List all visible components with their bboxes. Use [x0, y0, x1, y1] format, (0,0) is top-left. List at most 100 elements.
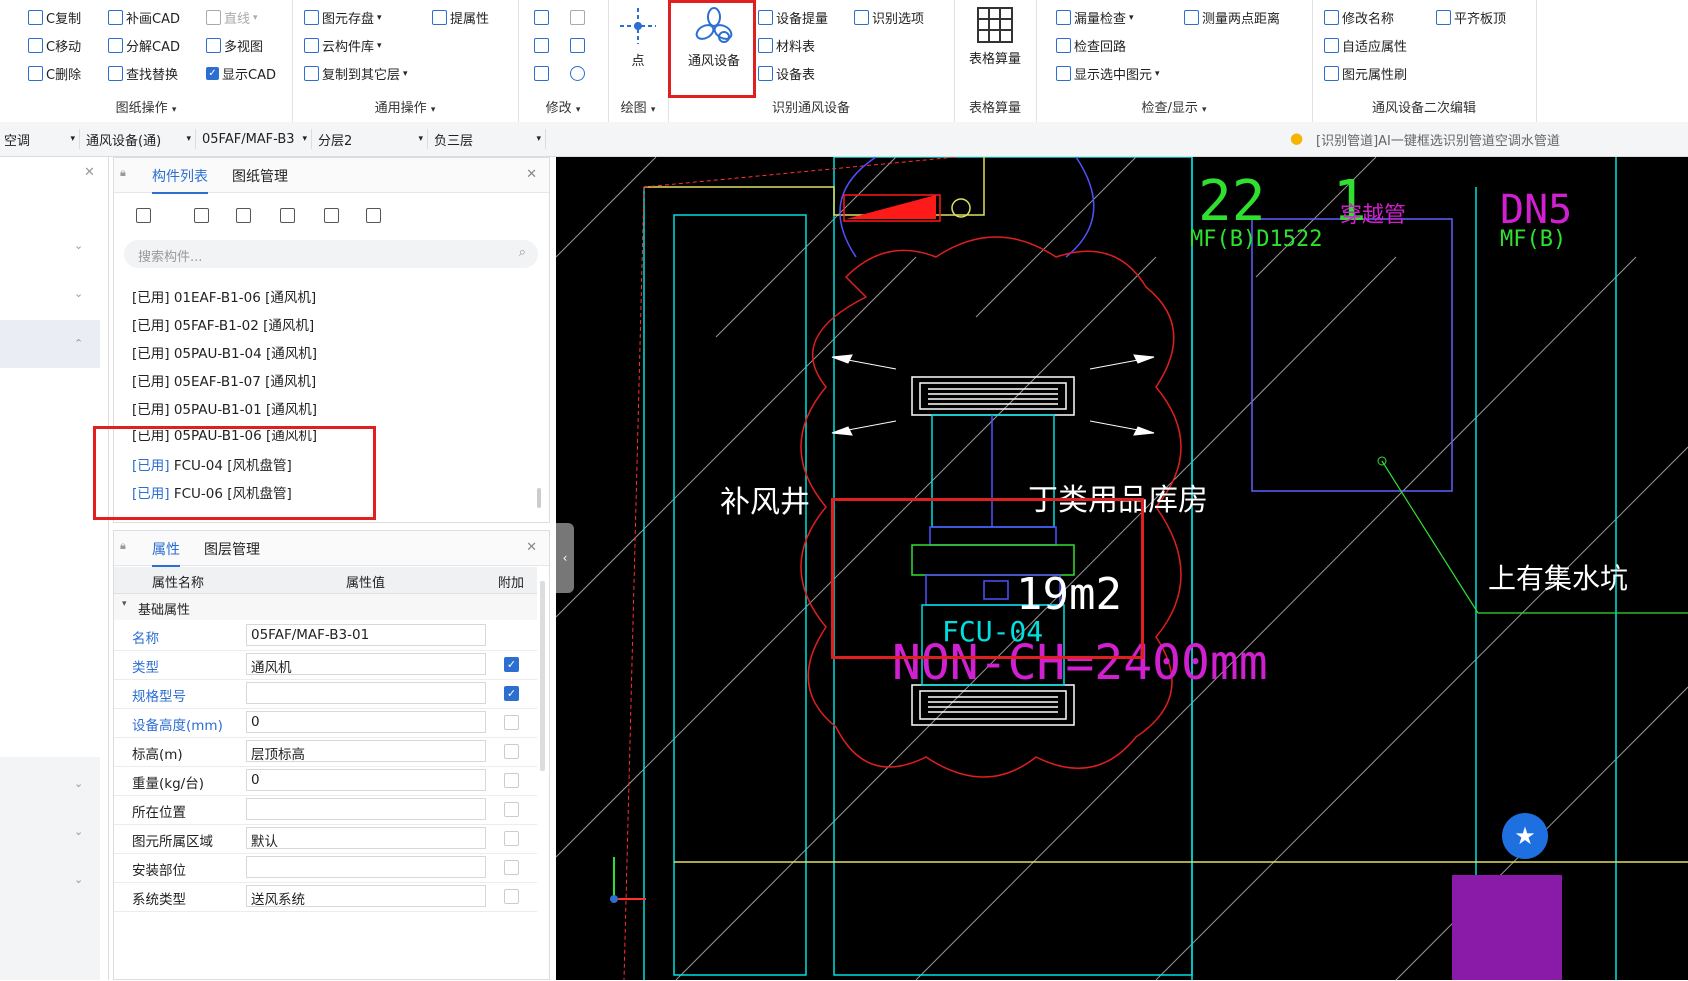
- property-extra-checkbox[interactable]: [504, 889, 519, 904]
- attr-brush-button[interactable]: 图元属性刷: [1324, 64, 1407, 83]
- property-value-input[interactable]: 0: [246, 711, 486, 733]
- copy-floor-button[interactable]: 复制到其它层 ▾: [304, 64, 408, 83]
- show-selected-button[interactable]: 显示选中图元 ▾: [1056, 64, 1160, 83]
- lock-icon[interactable]: 🔒︎: [120, 539, 126, 553]
- multi-view-button[interactable]: 多视图: [206, 36, 263, 55]
- list-scrollbar[interactable]: [537, 488, 541, 508]
- lock-icon[interactable]: 🔒︎: [120, 166, 126, 180]
- rotate-icon[interactable]: [570, 66, 585, 81]
- property-value-input[interactable]: [246, 682, 486, 704]
- property-extra-checkbox[interactable]: [504, 802, 519, 817]
- chevron-down-icon[interactable]: ⌄: [74, 825, 83, 838]
- property-extra-checkbox[interactable]: ✓: [504, 686, 519, 701]
- selected-nav-row[interactable]: [0, 320, 100, 368]
- tab-component-list[interactable]: 构件列表: [152, 166, 208, 194]
- property-extra-checkbox[interactable]: [504, 744, 519, 759]
- property-value-input[interactable]: 0: [246, 769, 486, 791]
- cad-canvas[interactable]: 补风井 丁类用品库房 19m2 FCU-04 NON-CH=2400mm 22 …: [556, 157, 1688, 980]
- major-select[interactable]: 空调 ▾: [0, 129, 80, 149]
- group-title-draw[interactable]: 绘图 ▾: [608, 97, 668, 116]
- list-item[interactable]: [已用] 05EAF-B1-07 [通风机]: [132, 370, 316, 390]
- flip-icon[interactable]: [570, 38, 585, 53]
- chevron-down-icon[interactable]: ⌄: [74, 239, 83, 252]
- group-title-drawing-ops[interactable]: 图纸操作 ▾: [0, 97, 292, 116]
- property-value-input[interactable]: 送风系统: [246, 885, 486, 908]
- property-value-input[interactable]: [246, 798, 486, 820]
- leak-check-button[interactable]: 漏量检查 ▾: [1056, 8, 1134, 27]
- device-extract-button[interactable]: 设备提量: [758, 8, 828, 27]
- mirror-icon[interactable]: [570, 10, 585, 25]
- group-title-modify[interactable]: 修改 ▾: [518, 97, 608, 116]
- group-title-general-ops[interactable]: 通用操作 ▾: [292, 97, 518, 116]
- split-cad-button[interactable]: 分解CAD: [108, 36, 180, 55]
- list-item[interactable]: [已用] 05PAU-B1-04 [通风机]: [132, 342, 317, 362]
- rename-button[interactable]: 修改名称: [1324, 8, 1394, 27]
- flat-top-button[interactable]: 平齐板顶: [1436, 8, 1506, 27]
- notice-text[interactable]: [识别管道]AI一键框选识别管道空调水管道: [1316, 130, 1688, 149]
- property-scrollbar[interactable]: [540, 581, 545, 771]
- property-extra-checkbox[interactable]: [504, 860, 519, 875]
- list-item[interactable]: [已用] 05FAF-B1-02 [通风机]: [132, 314, 314, 334]
- list-item[interactable]: [已用] 01EAF-B1-06 [通风机]: [132, 286, 316, 306]
- move-cross-icon[interactable]: [534, 38, 549, 53]
- type-select[interactable]: 通风设备(通) ▾: [82, 129, 196, 149]
- component-select[interactable]: 05FAF/MAF-B3 ▾: [198, 129, 312, 149]
- close-icon[interactable]: ✕: [526, 540, 537, 555]
- property-value-input[interactable]: [246, 856, 486, 878]
- table-calc-button[interactable]: 表格算量: [960, 6, 1030, 67]
- property-extra-checkbox[interactable]: [504, 715, 519, 730]
- filter-component-icon[interactable]: [324, 208, 339, 223]
- measure-button[interactable]: 测量两点距离: [1184, 8, 1280, 27]
- cloud-lib-button[interactable]: 云构件库 ▾: [304, 36, 382, 55]
- copy-component-icon[interactable]: [236, 208, 251, 223]
- copy-shape-icon[interactable]: [534, 10, 549, 25]
- show-cad-checkbox[interactable]: ✓ 显示CAD: [206, 64, 276, 83]
- identify-option-button[interactable]: 识别选项: [854, 8, 924, 27]
- property-extra-checkbox[interactable]: [504, 773, 519, 788]
- tab-attributes[interactable]: 属性: [152, 539, 180, 567]
- tab-drawing-manage[interactable]: 图纸管理: [232, 166, 288, 186]
- search-icon[interactable]: ⌕: [519, 245, 526, 260]
- property-value-input[interactable]: 默认: [246, 827, 486, 850]
- floor-select[interactable]: 负三层 ▾: [430, 129, 546, 149]
- add-cad-button[interactable]: 补画CAD: [108, 8, 180, 27]
- pick-attr-button[interactable]: 提属性: [432, 8, 489, 27]
- property-value-input[interactable]: 层顶标高: [246, 740, 486, 763]
- collapse-handle[interactable]: ‹: [556, 523, 574, 593]
- adaptive-attr-button[interactable]: 自适应属性: [1324, 36, 1407, 55]
- list-component-icon[interactable]: [280, 208, 295, 223]
- copy-button[interactable]: C复制: [28, 8, 81, 27]
- delete-component-icon[interactable]: [194, 208, 209, 223]
- favorite-button[interactable]: ★: [1502, 813, 1548, 859]
- elem-save-button[interactable]: 图元存盘 ▾: [304, 8, 382, 27]
- list-item[interactable]: [已用] 05PAU-B1-01 [通风机]: [132, 398, 317, 418]
- point-button[interactable]: 点: [618, 6, 658, 69]
- property-extra-checkbox[interactable]: [504, 831, 519, 846]
- search-input[interactable]: 搜索构件... ⌕: [124, 240, 538, 268]
- section-basic[interactable]: ▾ 基础属性: [114, 594, 537, 620]
- property-value-input[interactable]: 通风机: [246, 653, 486, 676]
- new-component-icon[interactable]: [136, 208, 151, 223]
- export-component-icon[interactable]: [366, 208, 381, 223]
- chevron-down-icon[interactable]: ⌄: [74, 777, 83, 790]
- chevron-down-icon[interactable]: ⌄: [74, 873, 83, 886]
- layer-select[interactable]: 分层2 ▾: [314, 129, 428, 149]
- group-title-check-show[interactable]: 检查/显示 ▾: [1036, 97, 1312, 116]
- delete-button[interactable]: C删除: [28, 64, 81, 83]
- find-replace-button[interactable]: 查找替换: [108, 64, 178, 83]
- move-button[interactable]: C移动: [28, 36, 81, 55]
- close-icon[interactable]: ✕: [84, 165, 95, 180]
- purple-box: [1251, 218, 1453, 492]
- property-extra-checkbox[interactable]: ✓: [504, 657, 519, 672]
- chevron-down-icon[interactable]: ⌄: [74, 287, 83, 300]
- device-table-button[interactable]: 设备表: [758, 64, 815, 83]
- close-icon[interactable]: ✕: [526, 167, 537, 182]
- material-table-button[interactable]: 材料表: [758, 36, 815, 55]
- property-value-input[interactable]: 05FAF/MAF-B3-01: [246, 624, 486, 646]
- chevron-up-icon[interactable]: ⌃: [74, 337, 83, 350]
- trash-icon[interactable]: [534, 66, 549, 81]
- check-loop-button[interactable]: 检查回路: [1056, 36, 1126, 55]
- axis-indicator: [610, 857, 646, 903]
- line-button[interactable]: 直线 ▾: [206, 8, 258, 27]
- tab-layer-manage[interactable]: 图层管理: [204, 539, 260, 559]
